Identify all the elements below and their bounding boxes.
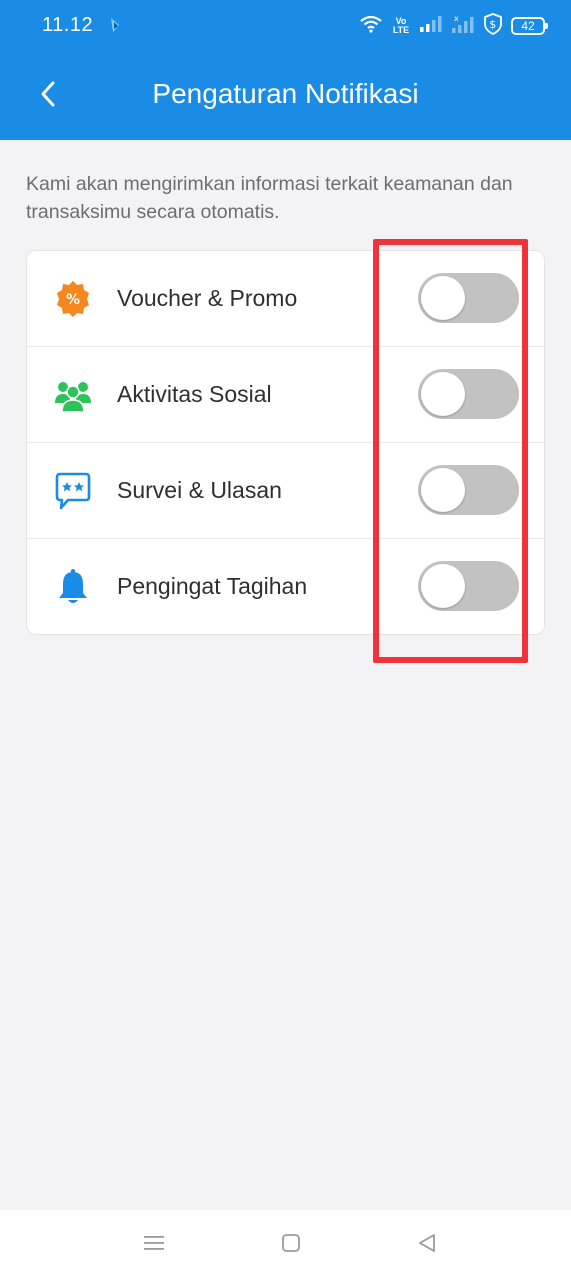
setting-row-voucher-promo: % Voucher & Promo <box>27 251 544 347</box>
back-triangle-icon <box>417 1233 437 1258</box>
setting-label: Pengingat Tagihan <box>117 573 308 599</box>
rating-chat-icon <box>53 471 93 511</box>
notification-app-icon <box>108 16 122 34</box>
toggle-knob <box>421 372 465 416</box>
signal-sim1-icon <box>419 15 443 38</box>
volte-icon: Vo LTE <box>391 17 411 35</box>
page-title: Pengaturan Notifikasi <box>152 78 419 109</box>
system-back-button[interactable] <box>412 1230 442 1260</box>
survei-ulasan-toggle[interactable] <box>418 465 519 515</box>
home-icon <box>281 1233 301 1258</box>
battery-icon: 42 <box>511 17 548 35</box>
voucher-promo-toggle[interactable] <box>418 273 519 323</box>
status-time: 11.12 <box>42 14 94 36</box>
toggle-knob <box>421 564 465 608</box>
setting-label: Aktivitas Sosial <box>117 381 272 407</box>
setting-label: Voucher & Promo <box>117 285 298 311</box>
people-group-icon <box>53 375 93 415</box>
app-bar: Pengaturan Notifikasi <box>0 52 571 140</box>
volte-bottom-text: LTE <box>392 25 410 35</box>
status-indicators: Vo LTE x $ 42 <box>359 12 548 40</box>
setting-row-aktivitas-sosial: Aktivitas Sosial <box>27 347 544 443</box>
discount-badge-icon: % <box>53 279 93 319</box>
svg-text:x: x <box>454 14 459 23</box>
svg-text:%: % <box>66 292 80 308</box>
setting-row-pengingat-tagihan: Pengingat Tagihan <box>27 539 544 634</box>
aktivitas-sosial-toggle[interactable] <box>418 369 519 419</box>
notification-settings-card: % Voucher & Promo Aktivitas Sosial Surve… <box>26 250 545 635</box>
wifi-icon <box>359 15 383 38</box>
status-bar: 11.12 Vo LTE x $ 42 <box>0 0 571 52</box>
system-nav-bar <box>0 1210 571 1280</box>
svg-text:$: $ <box>489 18 496 31</box>
setting-row-survei-ulasan: Survei & Ulasan <box>27 443 544 539</box>
menu-icon <box>143 1233 165 1258</box>
toggle-knob <box>421 276 465 320</box>
signal-sim2-icon: x <box>451 14 475 39</box>
shield-dollar-icon: $ <box>483 12 503 40</box>
bell-icon <box>53 567 93 607</box>
home-button[interactable] <box>276 1230 306 1260</box>
setting-label: Survei & Ulasan <box>117 477 282 503</box>
pengingat-tagihan-toggle[interactable] <box>418 561 519 611</box>
toggle-knob <box>421 468 465 512</box>
recent-apps-button[interactable] <box>139 1230 169 1260</box>
description-text: Kami akan mengirimkan informasi terkait … <box>26 173 513 223</box>
